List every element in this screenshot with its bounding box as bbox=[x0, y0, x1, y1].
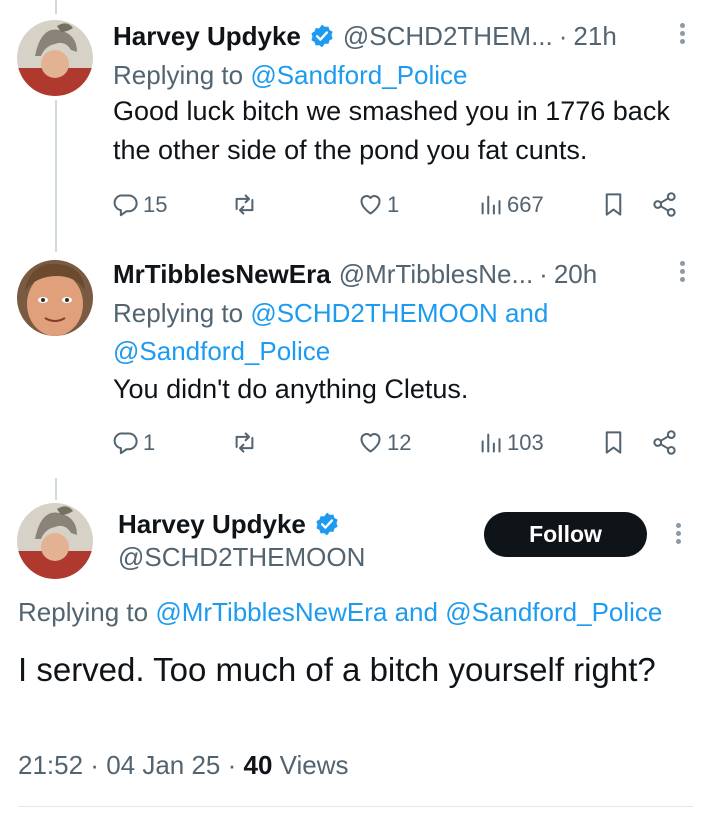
avatar-image bbox=[17, 260, 93, 336]
mention-link[interactable]: @Sandford_Police bbox=[113, 336, 330, 366]
like-button[interactable]: 1 bbox=[357, 191, 399, 218]
replying-joiner: and bbox=[387, 597, 446, 627]
more-options-icon[interactable] bbox=[677, 20, 687, 50]
reply-tweet[interactable]: Harvey Updyke @SCHD2THEM... · 21h Replyi… bbox=[113, 18, 715, 170]
post-date[interactable]: 04 Jan 25 bbox=[106, 750, 220, 780]
display-name[interactable]: MrTibblesNewEra bbox=[113, 259, 331, 290]
more-options-icon[interactable] bbox=[677, 258, 687, 288]
views-count: 667 bbox=[507, 191, 544, 217]
views-button[interactable]: 103 bbox=[477, 429, 544, 456]
reply-count: 1 bbox=[143, 429, 156, 455]
timestamp[interactable]: 20h bbox=[554, 259, 597, 290]
retweet-icon bbox=[235, 194, 254, 215]
main-tweet-header: Harvey Updyke @SCHD2THEMOON bbox=[118, 508, 365, 573]
like-count: 12 bbox=[387, 429, 412, 455]
mention-link[interactable]: @Sandford_Police bbox=[445, 597, 662, 627]
reply-button[interactable]: 15 bbox=[113, 191, 167, 218]
more-options-icon[interactable] bbox=[673, 520, 683, 550]
heart-icon bbox=[360, 433, 381, 453]
like-count: 1 bbox=[387, 191, 400, 217]
tweet-meta: 21:52 · 04 Jan 25 · 40 Views bbox=[18, 750, 349, 781]
mention-link[interactable]: @MrTibblesNewEra bbox=[155, 597, 387, 627]
follow-button[interactable]: Follow bbox=[484, 512, 647, 557]
verified-badge-icon bbox=[316, 512, 338, 536]
tweet-header: MrTibblesNewEra @MrTibblesNe... · 20h bbox=[113, 256, 715, 292]
avatar[interactable] bbox=[17, 503, 93, 579]
mention-link[interactable]: @Sandford_Police bbox=[250, 60, 467, 90]
thread-line bbox=[55, 100, 57, 252]
bookmark-icon bbox=[605, 193, 622, 216]
reply-icon bbox=[113, 432, 138, 455]
replying-to: Replying to @MrTibblesNewEra and @Sandfo… bbox=[18, 597, 662, 628]
share-icon bbox=[653, 192, 676, 217]
mention-link[interactable]: @SCHD2THEMOON bbox=[250, 298, 497, 328]
tweet-header: Harvey Updyke @SCHD2THEM... · 21h bbox=[113, 18, 715, 54]
post-time[interactable]: 21:52 bbox=[18, 750, 83, 780]
handle[interactable]: @SCHD2THEMOON bbox=[118, 542, 365, 573]
reply-count: 15 bbox=[143, 191, 168, 217]
separator-dot: · bbox=[220, 750, 244, 780]
thread-line bbox=[55, 0, 57, 14]
separator-dot: · bbox=[83, 750, 107, 780]
retweet-button[interactable] bbox=[231, 429, 261, 456]
replying-to-prefix: Replying to bbox=[113, 298, 251, 328]
avatar[interactable] bbox=[17, 260, 93, 336]
retweet-icon bbox=[235, 432, 254, 453]
retweet-button[interactable] bbox=[231, 191, 261, 218]
replying-to-prefix: Replying to bbox=[113, 60, 251, 90]
tweet-actions: 15 1 667 bbox=[113, 191, 683, 225]
separator-dot: · bbox=[539, 258, 548, 289]
tweet-text: You didn't do anything Cletus. bbox=[113, 374, 469, 404]
separator-dot: · bbox=[558, 20, 568, 51]
verified-badge-icon bbox=[311, 24, 333, 48]
reply-tweet[interactable]: MrTibblesNewEra @MrTibblesNe... · 20h Re… bbox=[113, 256, 715, 409]
display-name[interactable]: Harvey Updyke bbox=[118, 509, 306, 540]
avatar-image bbox=[17, 20, 93, 96]
views-chart-icon bbox=[481, 433, 501, 453]
views-chart-icon bbox=[481, 195, 501, 215]
reply-button[interactable]: 1 bbox=[113, 429, 155, 456]
reply-icon bbox=[113, 194, 138, 217]
timestamp[interactable]: 21h bbox=[573, 21, 616, 52]
like-button[interactable]: 12 bbox=[357, 429, 411, 456]
bookmark-button[interactable] bbox=[600, 191, 627, 218]
handle[interactable]: @MrTibblesNe... bbox=[339, 259, 533, 290]
replying-to-prefix: Replying to bbox=[18, 597, 156, 627]
tweet-text: Good luck bitch we smashed you in 1776 b… bbox=[113, 96, 670, 165]
share-button[interactable] bbox=[651, 191, 678, 218]
replying-to: Replying to @Sandford_Police bbox=[113, 56, 715, 94]
replying-to: Replying to @SCHD2THEMOON and @Sandford_P… bbox=[113, 294, 633, 370]
divider bbox=[18, 806, 693, 807]
avatar-image bbox=[17, 503, 93, 579]
display-name[interactable]: Harvey Updyke bbox=[113, 21, 301, 52]
views-label: Views bbox=[272, 750, 349, 780]
views-button[interactable]: 667 bbox=[477, 191, 544, 218]
share-icon bbox=[653, 430, 676, 455]
avatar[interactable] bbox=[17, 20, 93, 96]
thread-line bbox=[55, 478, 57, 500]
tweet-actions: 1 12 103 bbox=[113, 429, 683, 463]
share-button[interactable] bbox=[651, 429, 678, 456]
bookmark-button[interactable] bbox=[600, 429, 627, 456]
replying-joiner: and bbox=[497, 298, 549, 328]
views-count: 40 bbox=[243, 750, 273, 780]
views-count: 103 bbox=[507, 429, 544, 455]
handle[interactable]: @SCHD2THEM... bbox=[343, 21, 553, 52]
main-tweet-text: I served. Too much of a bitch yourself r… bbox=[18, 651, 656, 688]
heart-icon bbox=[360, 195, 381, 215]
bookmark-icon bbox=[605, 431, 622, 454]
